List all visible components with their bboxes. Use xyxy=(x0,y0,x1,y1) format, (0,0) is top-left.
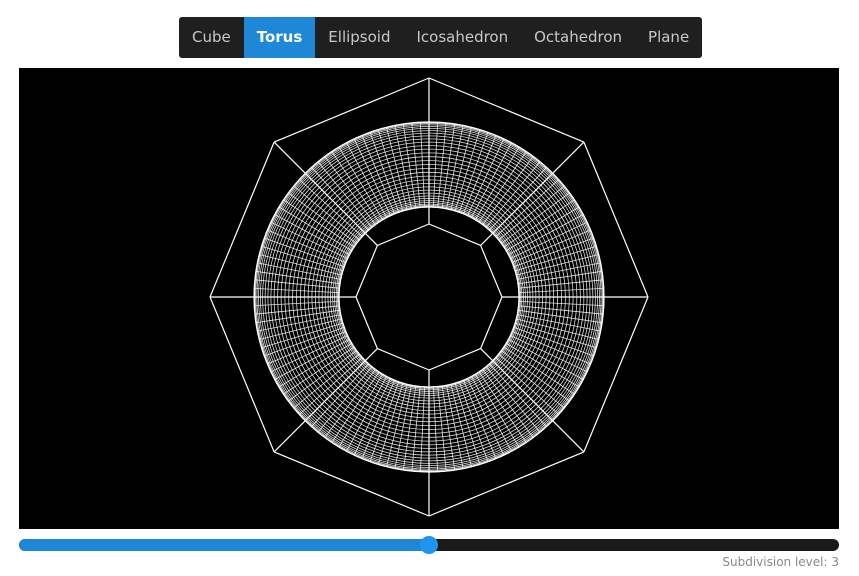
shape-tab-bar: Cube Torus Ellipsoid Icosahedron Octahed… xyxy=(179,17,703,58)
tab-ellipsoid[interactable]: Ellipsoid xyxy=(315,17,403,58)
tab-icosahedron[interactable]: Icosahedron xyxy=(403,17,521,58)
torus-wireframe xyxy=(209,77,649,517)
tab-octahedron[interactable]: Octahedron xyxy=(521,17,635,58)
tab-plane[interactable]: Plane xyxy=(635,17,702,58)
3d-viewport[interactable] xyxy=(19,68,839,529)
subdivision-level-label: Subdivision level: 3 xyxy=(722,555,839,569)
slider-fill xyxy=(19,539,429,551)
tab-torus[interactable]: Torus xyxy=(243,17,316,58)
slider-handle[interactable] xyxy=(420,536,438,554)
subdivision-slider[interactable] xyxy=(19,536,839,554)
tab-cube[interactable]: Cube xyxy=(179,17,244,58)
